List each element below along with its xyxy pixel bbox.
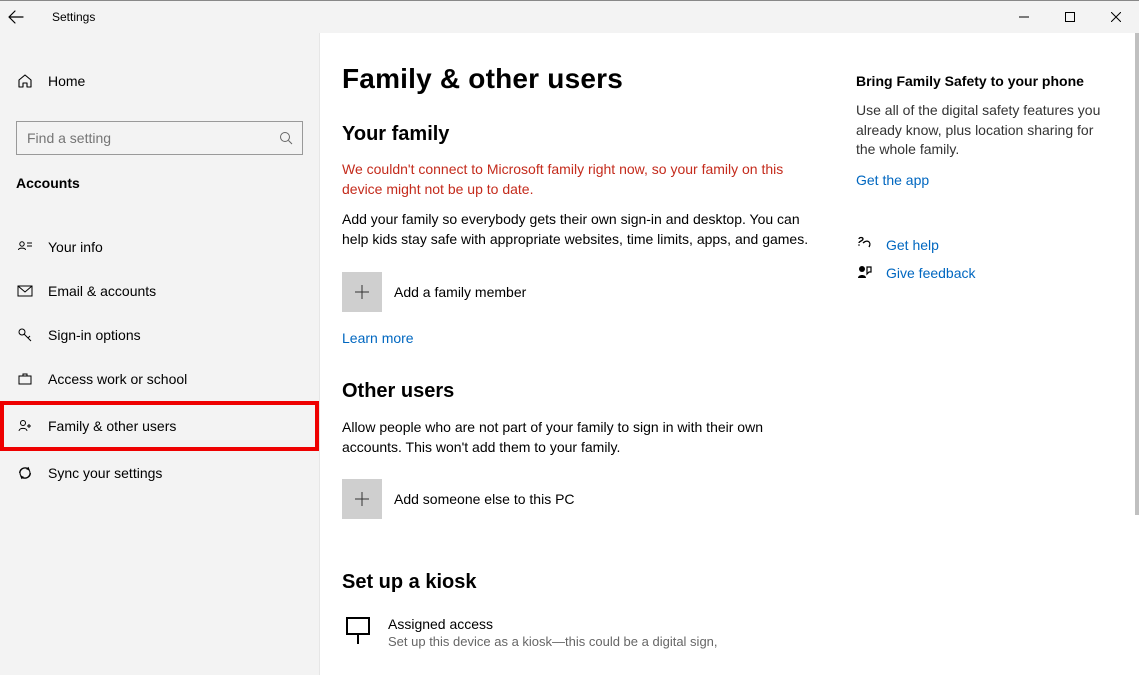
maximize-button[interactable] (1047, 1, 1093, 33)
sidebar: Home Accounts Your info (0, 33, 320, 675)
give-feedback-row[interactable]: Give feedback (856, 264, 1109, 282)
plus-icon-svg (353, 490, 371, 508)
kiosk-heading: Set up a kiosk (342, 571, 810, 594)
minimize-icon (1019, 12, 1029, 22)
feedback-icon (856, 264, 874, 282)
get-help-row[interactable]: Get help (856, 236, 1109, 254)
get-help-link[interactable]: Get help (886, 237, 939, 253)
arrow-left-icon (8, 9, 24, 25)
add-family-member-button[interactable]: Add a family member (342, 272, 810, 312)
plus-icon (342, 272, 382, 312)
nav-item-label: Sync your settings (48, 465, 162, 481)
briefcase-icon (16, 370, 34, 388)
nav-item-label: Sign-in options (48, 327, 141, 343)
page-title: Family & other users (342, 63, 810, 95)
maximize-icon (1065, 12, 1075, 22)
kiosk-icon (342, 616, 374, 648)
nav-item-label: Email & accounts (48, 283, 156, 299)
nav-item-label: Family & other users (48, 418, 176, 434)
add-other-user-button[interactable]: Add someone else to this PC (342, 479, 810, 519)
key-icon (16, 326, 34, 344)
promo-heading: Bring Family Safety to your phone (856, 73, 1109, 89)
nav-signin-options[interactable]: Sign-in options (0, 313, 319, 357)
get-app-link[interactable]: Get the app (856, 172, 1109, 188)
nav-family-other-users[interactable]: Family & other users (0, 401, 319, 451)
search-icon (279, 131, 293, 145)
nav-your-info[interactable]: Your info (0, 225, 319, 269)
minimize-button[interactable] (1001, 1, 1047, 33)
add-other-user-label: Add someone else to this PC (394, 491, 575, 507)
learn-more-link[interactable]: Learn more (342, 330, 810, 346)
help-icon (856, 236, 874, 254)
scrollbar[interactable] (1135, 33, 1139, 675)
plus-icon (342, 479, 382, 519)
window-controls (1001, 1, 1139, 33)
add-family-label: Add a family member (394, 284, 526, 300)
mail-icon (16, 282, 34, 300)
nav-home[interactable]: Home (0, 59, 319, 103)
person-add-icon (16, 417, 34, 435)
other-users-heading: Other users (342, 380, 810, 403)
person-card-icon (16, 238, 34, 256)
home-icon (16, 72, 34, 90)
search-box[interactable] (16, 121, 303, 155)
close-icon (1111, 12, 1121, 22)
family-body-text: Add your family so everybody gets their … (342, 209, 810, 250)
give-feedback-link[interactable]: Give feedback (886, 265, 976, 281)
nav-sync-settings[interactable]: Sync your settings (0, 451, 319, 495)
family-error-text: We couldn't connect to Microsoft family … (342, 160, 810, 199)
plus-icon-svg (353, 283, 371, 301)
nav-item-label: Access work or school (48, 371, 187, 387)
nav-item-label: Your info (48, 239, 103, 255)
nav-home-label: Home (48, 73, 85, 89)
scrollbar-thumb[interactable] (1135, 33, 1139, 515)
category-header: Accounts (0, 175, 319, 205)
main-area: Family & other users Your family We coul… (320, 33, 1139, 675)
nav-access-work-school[interactable]: Access work or school (0, 357, 319, 401)
other-users-body: Allow people who are not part of your fa… (342, 417, 810, 458)
assigned-access-subtitle: Set up this device as a kiosk—this could… (388, 634, 718, 649)
nav-email-accounts[interactable]: Email & accounts (0, 269, 319, 313)
your-family-heading: Your family (342, 123, 810, 146)
assigned-access-title: Assigned access (388, 616, 718, 632)
titlebar: Settings (0, 1, 1139, 33)
promo-body: Use all of the digital safety features y… (856, 101, 1109, 160)
sync-icon (16, 464, 34, 482)
close-button[interactable] (1093, 1, 1139, 33)
window-title: Settings (40, 10, 95, 24)
assigned-access-item[interactable]: Assigned access Set up this device as a … (342, 616, 810, 649)
back-button[interactable] (8, 9, 40, 25)
side-column: Bring Family Safety to your phone Use al… (810, 33, 1139, 675)
search-input[interactable] (16, 121, 303, 155)
